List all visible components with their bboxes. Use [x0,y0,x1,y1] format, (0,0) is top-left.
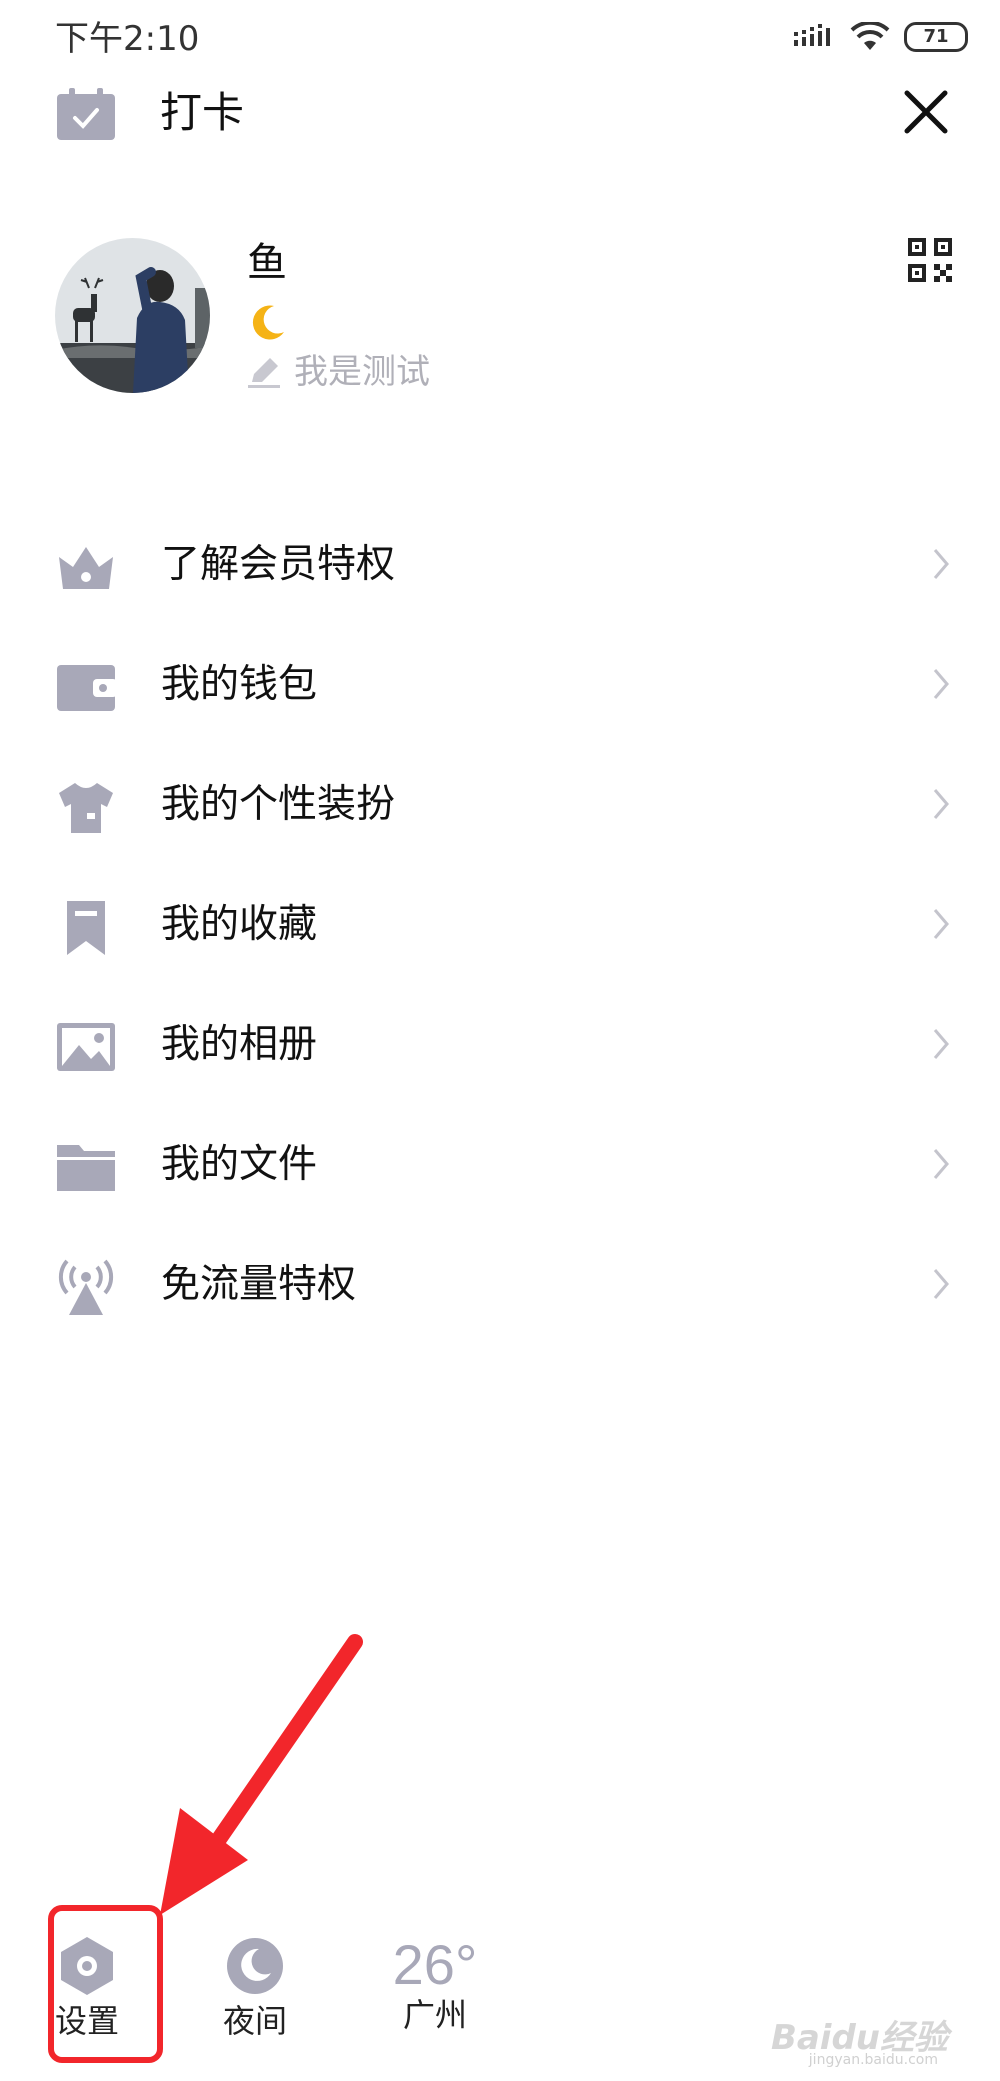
weather-widget[interactable]: 26° 广州 [365,1935,505,2035]
bookmark-icon [67,901,105,955]
watermark-url: jingyan.baidu.com [808,2052,938,2068]
annotation-arrow [160,1634,363,1915]
checkin-label[interactable]: 打卡 [160,88,244,138]
chevron-right-icon [933,789,949,819]
menu-item-free-data[interactable]: 免流量特权 [0,1225,1000,1345]
menu-item-label: 我的收藏 [161,902,318,947]
menu-item-label: 了解会员特权 [161,542,396,587]
menu-item-decoration[interactable]: 我的个性装扮 [0,745,1000,865]
folder-icon [57,1145,115,1191]
profile-name: 鱼 [247,240,287,286]
menu-item-label: 我的钱包 [161,662,318,707]
gear-icon [61,1937,113,1995]
menu-item-label: 我的文件 [161,1142,318,1187]
menu-item-vip[interactable]: 了解会员特权 [0,505,1000,625]
chevron-right-icon [933,909,949,939]
menu-item-favorites[interactable]: 我的收藏 [0,865,1000,985]
wallet-icon [57,665,117,711]
pencil-icon [248,358,280,388]
menu-item-label: 免流量特权 [161,1262,357,1307]
settings-label: 设置 [54,2002,119,2040]
chevron-right-icon [933,549,949,579]
menu-item-wallet[interactable]: 我的钱包 [0,625,1000,745]
battery-indicator: 71 [904,22,968,52]
qr-code-icon[interactable] [908,238,952,286]
image-icon [57,1023,115,1071]
signal-tower-icon [58,1259,114,1315]
crown-icon [59,547,113,589]
wifi-icon [850,22,890,50]
weather-city: 广州 [402,1996,467,2034]
moon-status-icon [248,302,288,346]
tshirt-icon [59,783,113,833]
menu-item-label: 我的个性装扮 [161,782,396,827]
signal-icon [794,24,830,46]
status-time: 下午2:10 [55,19,200,59]
chevron-right-icon [933,1269,949,1299]
menu-item-album[interactable]: 我的相册 [0,985,1000,1105]
menu-item-files[interactable]: 我的文件 [0,1105,1000,1225]
status-icons: 71 [794,22,968,52]
night-label: 夜间 [222,2002,287,2040]
chevron-right-icon [933,1149,949,1179]
avatar[interactable] [55,238,210,393]
signature-row[interactable]: 我是测试 [246,350,430,394]
night-mode-button[interactable]: 夜间 [190,1935,320,2041]
signature-text: 我是测试 [294,352,430,392]
close-icon[interactable] [904,90,948,138]
moon-icon [227,1938,283,1994]
chevron-right-icon [933,669,949,699]
chevron-right-icon [933,1029,949,1059]
calendar-check-icon[interactable] [55,86,117,146]
menu-item-label: 我的相册 [161,1022,318,1067]
menu-list: 了解会员特权 我的钱包 我的个性装扮 我的收藏 我的相册 我的文件 免流量特权 [0,505,1000,1345]
settings-button[interactable]: 设置 [22,1935,152,2041]
weather-temperature: 26° [392,1933,478,1996]
